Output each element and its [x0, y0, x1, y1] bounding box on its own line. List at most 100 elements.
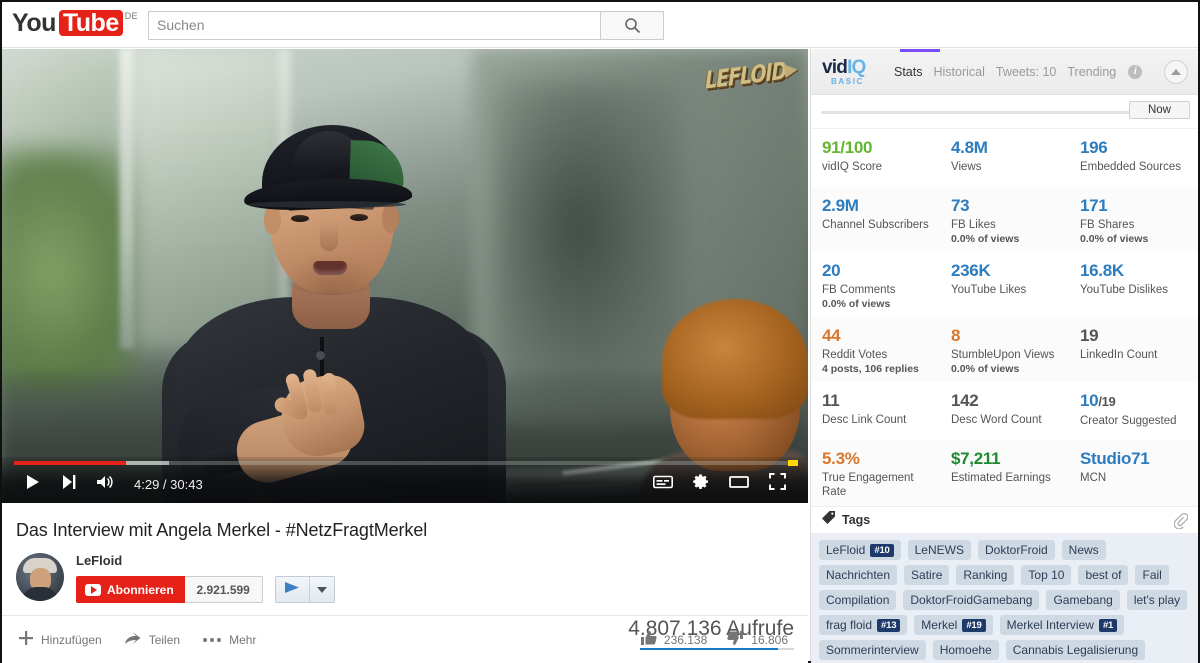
tag-chip[interactable]: Cannabis Legalisierung: [1005, 640, 1146, 660]
stat-value: 171: [1080, 196, 1108, 215]
channel-name-link[interactable]: LeFloid: [76, 553, 335, 569]
stat-tile[interactable]: 20 FB Comments 0.0% of views: [811, 252, 940, 317]
tag-label: News: [1068, 543, 1099, 557]
stat-tile[interactable]: 196 Embedded Sources: [1069, 129, 1198, 187]
tag-chip[interactable]: News: [1061, 540, 1106, 560]
stat-tile[interactable]: 8 StumbleUpon Views 0.0% of views: [940, 317, 1069, 382]
stat-note: 0.0% of views: [1080, 233, 1149, 245]
video-player[interactable]: LEFLOID 4:29 / 30:43: [2, 49, 808, 503]
tab-trending[interactable]: Trending: [1067, 65, 1116, 79]
stat-tile[interactable]: 10/19 Creator Suggested: [1069, 382, 1198, 440]
tag-chip[interactable]: frag floid #13: [819, 615, 908, 635]
tag-chip[interactable]: LeFloid #10: [819, 540, 901, 560]
tag-chip[interactable]: Fail: [1135, 565, 1169, 585]
tag-chip[interactable]: DoktorFroidGamebang: [903, 590, 1040, 610]
watermark-label: LEFLOID: [705, 57, 787, 95]
theater-mode-button[interactable]: [722, 468, 756, 500]
vidiq-logo-iq: IQ: [847, 56, 866, 78]
stat-tile[interactable]: 19 LinkedIn Count: [1069, 317, 1198, 382]
play-button[interactable]: [16, 468, 50, 500]
subscriber-count[interactable]: 2.921.599: [184, 576, 263, 603]
next-video-icon: [61, 474, 77, 495]
stat-tile[interactable]: Studio71 MCN: [1069, 440, 1198, 506]
tag-chip[interactable]: let's play: [1126, 590, 1188, 610]
add-to-button[interactable]: Hinzufügen: [18, 630, 102, 649]
video-subject: [162, 101, 506, 503]
stat-tile[interactable]: 73 FB Likes 0.0% of views: [940, 187, 1069, 252]
stat-label: Channel Subscribers: [822, 219, 929, 231]
stat-label: StumbleUpon Views: [951, 349, 1055, 361]
subtitles-button[interactable]: [646, 468, 680, 500]
stat-tile[interactable]: 2.9M Channel Subscribers: [811, 187, 940, 252]
tag-chip[interactable]: Nachrichten: [819, 565, 898, 585]
tag-chip[interactable]: Merkel #19: [914, 615, 993, 635]
time-display: 4:29 / 30:43: [134, 476, 203, 492]
fullscreen-button[interactable]: [760, 468, 794, 500]
tag-chip[interactable]: Merkel Interview #1: [999, 615, 1125, 635]
paperclip-icon[interactable]: [1173, 512, 1189, 534]
volume-icon: [96, 474, 115, 495]
stat-tile[interactable]: 91/100 vidIQ Score: [811, 129, 940, 187]
tag-label: Ranking: [963, 568, 1008, 582]
tag-chip[interactable]: DoktorFroid: [977, 540, 1055, 560]
stat-tile[interactable]: $7,211 Estimated Earnings: [940, 440, 1069, 506]
video-metadata: Das Interview mit Angela Merkel - #NetzF…: [2, 503, 808, 663]
tags-list: LeFloid #10 LeNEWS DoktorFroid News Nachr…: [811, 534, 1198, 663]
tab-tweets[interactable]: Tweets: 10: [996, 65, 1056, 79]
plus-icon: [18, 630, 34, 649]
stat-label: Desc Word Count: [951, 414, 1042, 426]
timeline-slider[interactable]: Now: [811, 95, 1198, 129]
tag-chip[interactable]: Homoehe: [932, 640, 999, 660]
stat-tile[interactable]: 16.8K YouTube Dislikes: [1069, 252, 1198, 317]
tag-chip[interactable]: Gamebang: [1046, 590, 1120, 610]
stat-label: Estimated Earnings: [951, 472, 1051, 484]
stat-label: Desc Link Count: [822, 414, 907, 426]
share-video-button[interactable]: [275, 577, 310, 602]
like-button[interactable]: 236.138: [640, 630, 707, 649]
stat-value: 10/19: [1080, 391, 1116, 410]
subscribe-button[interactable]: Abonnieren: [76, 576, 185, 603]
search-input[interactable]: [148, 10, 600, 40]
share-button-group: [274, 576, 335, 603]
stat-tile[interactable]: 5.3% True Engagement Rate: [811, 440, 940, 506]
more-button[interactable]: Mehr: [202, 633, 256, 647]
tag-chip[interactable]: Top 10: [1021, 565, 1072, 585]
slider-handle-now[interactable]: Now: [1128, 101, 1190, 119]
dislike-button[interactable]: 16.806: [727, 630, 788, 649]
tag-rank-badge: #13: [877, 618, 901, 632]
stat-tile[interactable]: 4.8M Views: [940, 129, 1069, 187]
settings-button[interactable]: [684, 468, 718, 500]
subtitles-icon: [653, 475, 673, 494]
theater-mode-icon: [729, 474, 749, 495]
stat-label: Embedded Sources: [1080, 161, 1182, 173]
share-button[interactable]: Teilen: [124, 630, 180, 649]
search-button[interactable]: [600, 10, 664, 40]
tag-label: Nachrichten: [826, 568, 891, 582]
info-icon[interactable]: i: [1128, 64, 1143, 79]
collapse-panel-button[interactable]: [1164, 60, 1188, 84]
tags-title: Tags: [842, 513, 871, 527]
channel-row: LeFloid Abonnieren 2.921.599 4.807.136 A…: [16, 553, 808, 650]
share-dropdown-button[interactable]: [309, 577, 334, 602]
tab-stats[interactable]: Stats: [894, 65, 923, 79]
stat-tile[interactable]: 11 Desc Link Count: [811, 382, 940, 440]
next-video-button[interactable]: [52, 468, 86, 500]
stat-value: 142: [951, 391, 979, 410]
tag-chip[interactable]: Ranking: [956, 565, 1015, 585]
volume-button[interactable]: [88, 468, 122, 500]
player-control-bar: 4:29 / 30:43: [2, 465, 808, 503]
vidiq-logo: vidIQ BASIC: [822, 58, 886, 86]
youtube-logo[interactable]: You Tube DE: [12, 9, 138, 40]
stat-tile[interactable]: 171 FB Shares 0.0% of views: [1069, 187, 1198, 252]
tag-chip[interactable]: Compilation: [819, 590, 897, 610]
tag-chip[interactable]: Satire: [904, 565, 950, 585]
stat-tile[interactable]: 44 Reddit Votes 4 posts, 106 replies: [811, 317, 940, 382]
tab-historical[interactable]: Historical: [934, 65, 985, 79]
stat-tile[interactable]: 142 Desc Word Count: [940, 382, 1069, 440]
tag-chip[interactable]: best of: [1078, 565, 1129, 585]
stat-tile[interactable]: 236K YouTube Likes: [940, 252, 1069, 317]
tag-chip[interactable]: Sommerinterview: [819, 640, 926, 660]
avatar[interactable]: [16, 553, 64, 601]
chevron-up-icon: [1171, 69, 1181, 75]
tag-chip[interactable]: LeNEWS: [907, 540, 971, 560]
